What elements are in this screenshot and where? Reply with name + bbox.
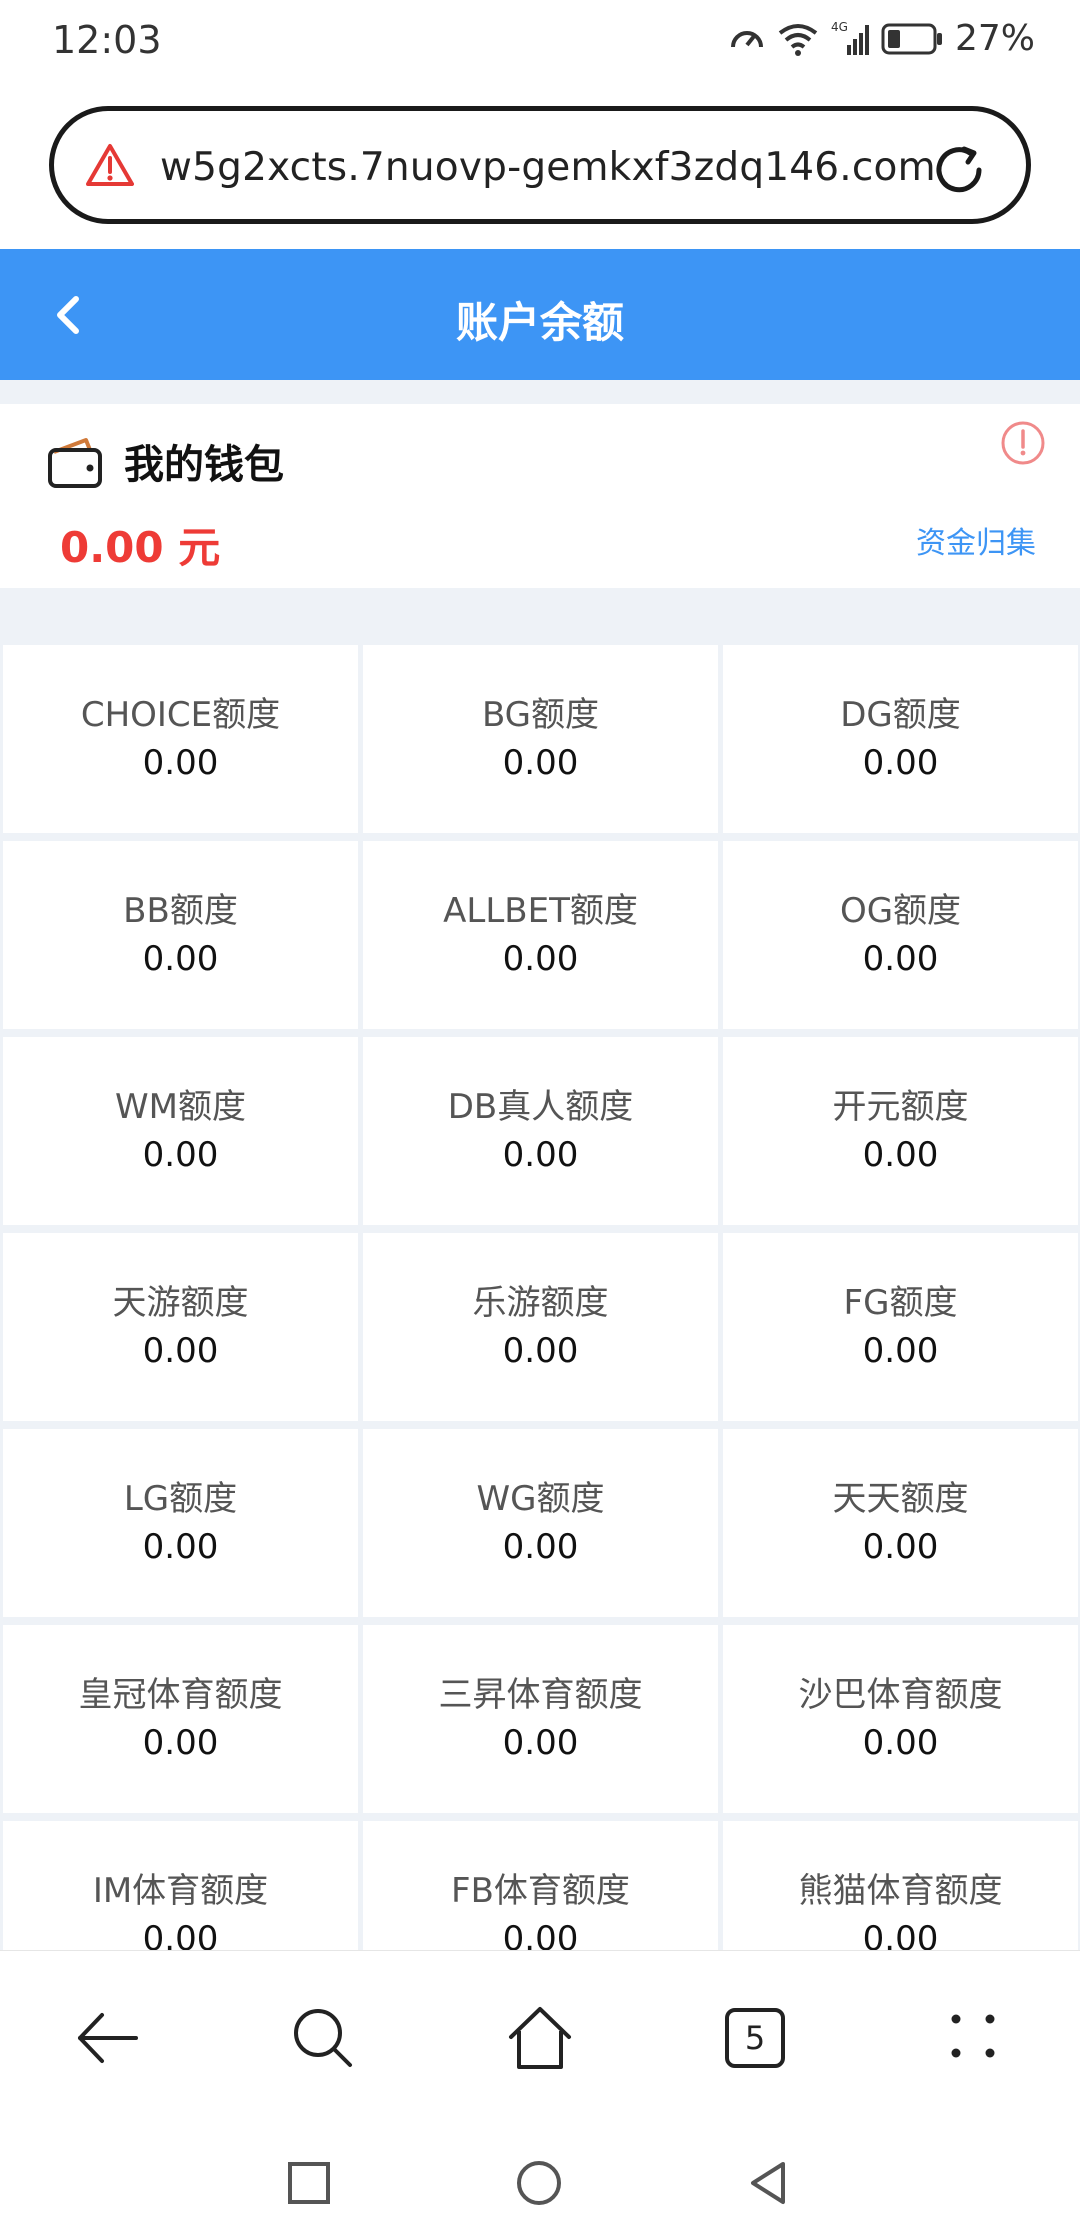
balance-cell: ALLBET额度 0.00 (363, 841, 718, 1029)
balance-value: 0.00 (862, 1723, 939, 1763)
balance-label: LG额度 (123, 1479, 238, 1519)
balance-cell: 沙巴体育额度 0.00 (723, 1625, 1078, 1813)
recent-apps-icon[interactable] (285, 2159, 333, 2207)
reload-icon[interactable] (930, 141, 988, 199)
balance-label: 熊猫体育额度 (798, 1871, 1003, 1911)
balance-cell: 天天额度 0.00 (723, 1429, 1078, 1617)
wifi-icon (778, 23, 818, 56)
balance-cell: 乐游额度 0.00 (363, 1233, 718, 1421)
divider (0, 588, 1080, 643)
balance-label: DG额度 (840, 695, 961, 735)
balance-value: 0.00 (502, 1135, 579, 1175)
balance-value: 0.00 (502, 1331, 579, 1371)
balance-cell: BB额度 0.00 (3, 841, 358, 1029)
balance-label: OG额度 (839, 891, 962, 931)
balance-value: 0.00 (862, 1527, 939, 1567)
wallet-title: 我的钱包 (124, 442, 284, 488)
balance-cell: OG额度 0.00 (723, 841, 1078, 1029)
balance-value: 0.00 (142, 939, 219, 979)
balance-value: 0.00 (142, 1527, 219, 1567)
balance-value: 0.00 (502, 1723, 579, 1763)
balance-value: 0.00 (142, 1331, 219, 1371)
balance-label: 皇冠体育额度 (78, 1675, 283, 1715)
balance-value: 0.00 (502, 743, 579, 783)
balance-grid: CHOICE额度 0.00 BG额度 0.00 DG额度 0.00 BB额度 0.00 ALLB… (0, 643, 1080, 1950)
balance-label: 沙巴体育额度 (798, 1675, 1003, 1715)
back-icon[interactable] (72, 2003, 142, 2073)
home-icon[interactable] (505, 2003, 575, 2073)
balance-cell: DG额度 0.00 (723, 645, 1078, 833)
browser-toolbar: 5 (0, 1950, 1080, 2115)
data-speed-icon (730, 30, 763, 47)
balance-cell: FG额度 0.00 (723, 1233, 1078, 1421)
status-time: 12:03 (52, 18, 162, 62)
battery-icon (881, 23, 942, 54)
info-icon[interactable] (1000, 420, 1046, 466)
status-bar: 12:03 4G 27% (0, 0, 1080, 90)
balance-value: 0.00 (502, 1919, 579, 1950)
divider (0, 380, 1080, 404)
balance-label: BB额度 (123, 891, 238, 931)
balance-cell: BG额度 0.00 (363, 645, 718, 833)
status-icons: 4G 27% (729, 18, 1035, 59)
balance-value: 0.00 (142, 1723, 219, 1763)
system-nav-bar (0, 2115, 1080, 2240)
wallet-card: 我的钱包 0.00 元 资金归集 (0, 404, 1080, 588)
collect-funds-link[interactable]: 资金归集 (916, 518, 1036, 562)
home-circle-icon[interactable] (515, 2159, 563, 2207)
balance-cell: FB体育额度 0.00 (363, 1821, 718, 1950)
balance-cell: IM体育额度 0.00 (3, 1821, 358, 1950)
tab-count: 5 (725, 2008, 785, 2068)
app-header: 账户余额 (0, 249, 1080, 380)
warning-icon[interactable] (86, 143, 134, 187)
balance-cell: WG额度 0.00 (363, 1429, 718, 1617)
balance-label: BG额度 (481, 695, 600, 735)
balance-cell: LG额度 0.00 (3, 1429, 358, 1617)
balance-label: FG额度 (843, 1283, 958, 1323)
balance-value: 0.00 (502, 939, 579, 979)
balance-label: IM体育额度 (92, 1871, 269, 1911)
balance-label: FB体育额度 (451, 1871, 630, 1911)
balance-label: WG额度 (476, 1479, 605, 1519)
balance-cell: 天游额度 0.00 (3, 1233, 358, 1421)
balance-value: 0.00 (862, 1331, 939, 1371)
tabs-button[interactable]: 5 (725, 2008, 785, 2068)
url-text[interactable]: w5g2xcts.7nuovp-gemkxf3zdq146.com (160, 145, 936, 190)
balance-label: 天游额度 (112, 1283, 249, 1323)
page-title: 账户余额 (455, 298, 624, 347)
svg-text:4G: 4G (831, 20, 848, 34)
back-triangle-icon[interactable] (745, 2159, 793, 2207)
balance-cell: 熊猫体育额度 0.00 (723, 1821, 1078, 1950)
balance-value: 0.00 (502, 1527, 579, 1567)
balance-value: 0.00 (862, 1919, 939, 1950)
balance-value: 0.00 (142, 1919, 219, 1950)
menu-dots-icon[interactable] (940, 2003, 1010, 2073)
balance-label: 三昇体育额度 (438, 1675, 643, 1715)
balance-cell: 开元额度 0.00 (723, 1037, 1078, 1225)
balance-value: 0.00 (862, 939, 939, 979)
address-bar[interactable]: w5g2xcts.7nuovp-gemkxf3zdq146.com (49, 106, 1031, 224)
balance-label: 乐游额度 (472, 1283, 609, 1323)
balance-label: CHOICE额度 (80, 695, 281, 735)
balance-value: 0.00 (142, 743, 219, 783)
balance-cell: DB真人额度 0.00 (363, 1037, 718, 1225)
balance-value: 0.00 (862, 743, 939, 783)
balance-cell: CHOICE额度 0.00 (3, 645, 358, 833)
balance-label: 天天额度 (832, 1479, 969, 1519)
balance-value: 0.00 (142, 1135, 219, 1175)
balance-value: 0.00 (862, 1135, 939, 1175)
wallet-balance: 0.00 元 (60, 523, 221, 572)
balance-label: 开元额度 (832, 1087, 969, 1127)
balance-cell: 三昇体育额度 0.00 (363, 1625, 718, 1813)
cellular-signal-icon: 4G (831, 20, 869, 55)
wallet-icon (48, 438, 102, 488)
search-icon[interactable] (288, 2003, 358, 2073)
balance-label: ALLBET额度 (443, 891, 638, 931)
balance-cell: WM额度 0.00 (3, 1037, 358, 1225)
balance-label: DB真人额度 (447, 1087, 634, 1127)
balance-label: WM额度 (115, 1087, 246, 1127)
battery-percent: 27% (954, 18, 1035, 59)
balance-cell: 皇冠体育额度 0.00 (3, 1625, 358, 1813)
